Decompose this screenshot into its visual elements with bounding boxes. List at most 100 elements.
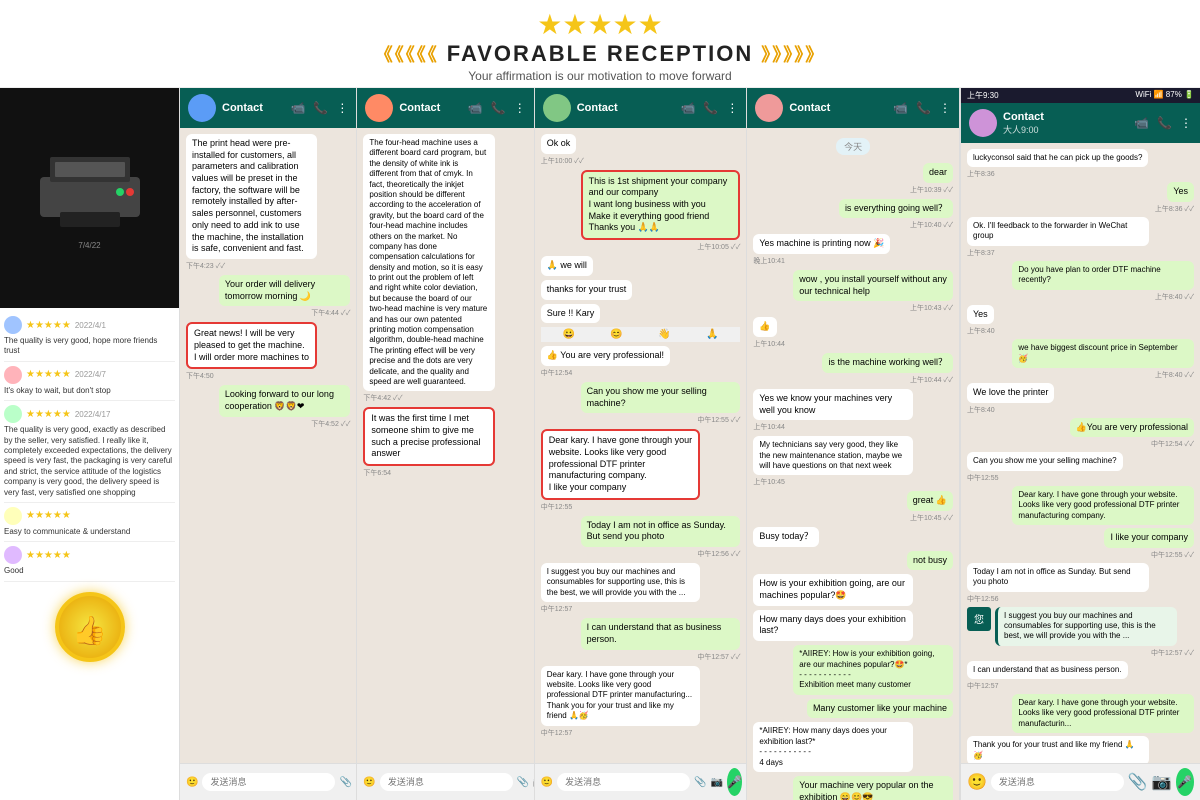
title-text: FAVORABLE RECEPTION bbox=[447, 41, 754, 67]
emoji-option[interactable]: 😊 bbox=[610, 329, 622, 340]
msg-bubble: The print head were pre-installed for cu… bbox=[186, 134, 317, 259]
review-stars: ★★★★★ bbox=[26, 369, 71, 380]
page-header: ★★★★★ 《《《《《 FAVORABLE RECEPTION 》》》》》 Yo… bbox=[0, 0, 1200, 87]
chat-panel-3: Contact 📹 📞 ⋮ Ok ok 上午10:00 ✓✓ This is 1… bbox=[535, 88, 748, 800]
menu-icon[interactable]: ⋮ bbox=[726, 101, 738, 115]
msg-bubble: Ok ok bbox=[541, 134, 577, 154]
msg-time: 上午10:39 ✓✓ bbox=[910, 185, 953, 195]
status-time: 上午9:30 bbox=[967, 90, 999, 101]
msg-time: 上午10:00 ✓✓ bbox=[541, 156, 584, 166]
main-content: 7/4/22 ★★★★★ 2022/4/1 The quality is ver… bbox=[0, 87, 1200, 800]
call-icon[interactable]: 📞 bbox=[491, 101, 506, 115]
msg-bubble: great 👍 bbox=[907, 491, 953, 511]
msg-time: 中午12:54 bbox=[541, 368, 573, 378]
menu-icon[interactable]: ⋮ bbox=[939, 101, 951, 115]
video-icon[interactable]: 📹 bbox=[468, 101, 483, 115]
msg-time: 下午6:54 bbox=[363, 468, 391, 478]
msg-bubble: I like your company bbox=[1104, 528, 1194, 548]
msg-bubble-highlight: Dear kary. I have gone through your webs… bbox=[541, 429, 701, 499]
review-avatar bbox=[4, 316, 22, 334]
msg-bubble: not busy bbox=[907, 551, 953, 571]
msg-bubble: is everything going well？ bbox=[839, 199, 953, 219]
review-text: Easy to communicate & understand bbox=[4, 527, 175, 537]
attach-icon[interactable]: 📎 bbox=[694, 777, 706, 788]
right-chat-body: luckyconsol said that he can pick up the… bbox=[961, 143, 1200, 763]
chat-input-2[interactable] bbox=[380, 773, 513, 791]
msg-bubble: Dear kary. I have gone through your webs… bbox=[1012, 694, 1194, 733]
call-icon[interactable]: 📞 bbox=[313, 101, 328, 115]
msg-time: 中午12:55 ✓✓ bbox=[697, 415, 740, 425]
emoji-icon[interactable]: 🙂 bbox=[967, 772, 987, 792]
review-avatar bbox=[4, 507, 22, 525]
msg-bubble: 👍You are very professional bbox=[1070, 418, 1194, 438]
mic-button-3[interactable]: 🎤 bbox=[727, 768, 742, 796]
msg-bubble: Dear kary. I have gone through your webs… bbox=[1012, 486, 1194, 525]
msg-time: 上午8:40 ✓✓ bbox=[1155, 370, 1194, 380]
emoji-toolbar: 😀 😊 👋 🙏 bbox=[541, 327, 741, 342]
msg-time: 上午10:44 ✓✓ bbox=[910, 375, 953, 385]
left-panel: 7/4/22 ★★★★★ 2022/4/1 The quality is ver… bbox=[0, 88, 180, 800]
review-date: 2022/4/7 bbox=[75, 370, 106, 379]
avatar-3 bbox=[543, 94, 571, 122]
chat-footer-1: 🙂 📎 📷 🎤 bbox=[180, 763, 356, 800]
review-text: The quality is very good, exactly as des… bbox=[4, 425, 175, 498]
chat-name-center: Contact bbox=[789, 102, 830, 114]
camera-icon[interactable]: 📷 bbox=[1152, 772, 1172, 792]
emoji-icon[interactable]: 🙂 bbox=[541, 777, 553, 788]
msg-time: 上午10:44 bbox=[753, 339, 785, 349]
msg-time: 中午12:57 bbox=[541, 728, 573, 738]
emoji-icon[interactable]: 🙂 bbox=[363, 777, 375, 788]
right-avatar bbox=[969, 109, 997, 137]
avatar-center bbox=[755, 94, 783, 122]
status-bar: 上午9:30 WiFi 📶 87% 🔋 bbox=[961, 88, 1200, 103]
video-icon[interactable]: 📹 bbox=[680, 101, 695, 115]
attach-icon[interactable]: 📎 bbox=[1128, 772, 1148, 792]
emoji-icon[interactable]: 🙂 bbox=[186, 777, 198, 788]
msg-time: 下午4:50 bbox=[186, 371, 214, 381]
camera-icon[interactable]: 📷 bbox=[711, 777, 723, 788]
call-icon[interactable]: 📞 bbox=[1157, 116, 1172, 130]
review-item: ★★★★★ 2022/4/1 The quality is very good,… bbox=[4, 312, 175, 362]
date-divider: 今天 bbox=[836, 138, 870, 155]
msg-wrapper: The four-head machine uses a different b… bbox=[363, 134, 527, 403]
msg-wrapper: This is 1st shipment your company and ou… bbox=[541, 170, 741, 252]
video-icon[interactable]: 📹 bbox=[1134, 116, 1149, 130]
msg-time: 中午12:57 ✓✓ bbox=[1151, 648, 1194, 658]
attach-icon[interactable]: 📎 bbox=[339, 777, 351, 788]
chat-panels: Contact 📹 📞 ⋮ The print head were pre-in… bbox=[180, 88, 960, 800]
love-the-printer-bubble: We love the printer bbox=[967, 383, 1054, 403]
msg-bubble: Can you show me your selling machine? bbox=[967, 452, 1123, 470]
chat-input-3[interactable] bbox=[557, 773, 690, 791]
review-item: ★★★★★ Good bbox=[4, 542, 175, 581]
attach-icon[interactable]: 📎 bbox=[517, 777, 529, 788]
chat-input-1[interactable] bbox=[202, 773, 335, 791]
menu-icon[interactable]: ⋮ bbox=[336, 101, 348, 115]
emoji-option[interactable]: 👋 bbox=[658, 329, 670, 340]
call-icon[interactable]: 📞 bbox=[916, 101, 931, 115]
emoji-option[interactable]: 🙏 bbox=[706, 329, 718, 340]
chat-body-1: The print head were pre-installed for cu… bbox=[180, 128, 356, 763]
msg-time: 下午4:23 ✓✓ bbox=[186, 261, 225, 271]
review-text: The quality is very good, hope more frie… bbox=[4, 336, 175, 357]
msg-bubble: *AIIREY: How many days does your exhibit… bbox=[753, 722, 913, 772]
review-text: Good bbox=[4, 566, 175, 576]
chat-name-3: Contact bbox=[577, 102, 618, 114]
video-icon[interactable]: 📹 bbox=[893, 101, 908, 115]
emoji-option[interactable]: 😀 bbox=[562, 329, 574, 340]
call-icon[interactable]: 📞 bbox=[703, 101, 718, 115]
avatar-2 bbox=[365, 94, 393, 122]
video-icon[interactable]: 📹 bbox=[290, 101, 305, 115]
right-chat-input[interactable] bbox=[991, 773, 1124, 791]
right-panel: 上午9:30 WiFi 📶 87% 🔋 Contact 大人9:00 📹 📞 ⋮… bbox=[960, 88, 1200, 800]
right-chat-name: Contact bbox=[1003, 111, 1128, 123]
msg-wrapper: 🙏 we will bbox=[541, 256, 741, 276]
msg-bubble: Your order will delivery tomorrow mornin… bbox=[219, 275, 350, 306]
avatar-1 bbox=[188, 94, 216, 122]
review-stars: ★★★★★ bbox=[26, 320, 71, 331]
msg-wrapper: Today I am not in office as Sunday. But … bbox=[541, 516, 741, 559]
menu-icon[interactable]: ⋮ bbox=[1180, 116, 1192, 130]
subtitle: Your affirmation is our motivation to mo… bbox=[0, 69, 1200, 83]
right-mic-button[interactable]: 🎤 bbox=[1176, 768, 1194, 796]
menu-icon[interactable]: ⋮ bbox=[514, 101, 526, 115]
msg-bubble: Yes bbox=[1167, 182, 1194, 202]
